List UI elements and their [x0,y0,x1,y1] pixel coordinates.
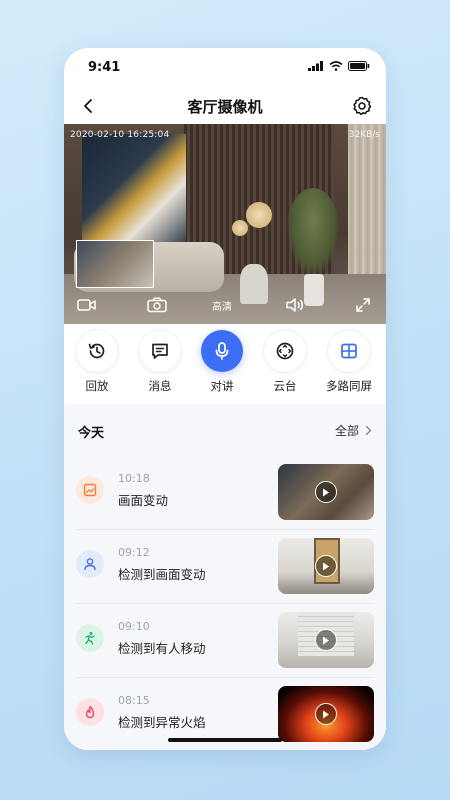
action-label: 消息 [148,379,172,393]
picture-in-picture-thumbnail[interactable] [76,240,154,288]
fullscreen-button[interactable] [350,294,376,316]
microphone-icon [215,342,229,360]
event-time: 09:10 [118,620,150,633]
speaker-icon [286,298,303,312]
view-all-label: 全部 [334,424,359,438]
event-thumbnail[interactable] [278,538,374,594]
battery-icon [348,61,370,71]
event-thumbnail[interactable] [278,612,374,668]
page-title: 客厅摄像机 [187,98,263,116]
event-item[interactable]: 10:18 画面变动 [64,456,386,528]
video-record-icon [77,299,96,311]
action-label: 对讲 [210,379,234,393]
playback-button[interactable]: 回放 [67,330,127,394]
play-icon [323,562,329,570]
play-button[interactable] [315,703,337,725]
scene-lamp [246,202,272,228]
event-time: 10:18 [118,472,150,485]
video-timestamp: 2020-02-10 16:25:04 [70,130,170,140]
running-person-icon [85,632,95,645]
status-icons [308,61,370,71]
event-thumbnail[interactable] [278,464,374,520]
ptz-button[interactable]: 云台 [255,330,315,394]
multi-view-button[interactable]: 多路同屏 [318,330,380,394]
gear-icon [353,96,372,116]
event-description: 检测到异常火焰 [118,715,206,730]
play-button[interactable] [315,629,337,651]
view-all-link[interactable]: 全部 [335,422,372,439]
event-type-badge [76,476,104,504]
camera-live-view[interactable]: 2020-02-10 16:25:04 32KB/s 高清 [64,124,386,324]
person-icon [84,558,96,571]
status-bar: 9:41 [64,48,386,88]
play-button[interactable] [315,481,337,503]
messages-button[interactable]: 消息 [130,330,190,394]
snapshot-button[interactable] [144,294,170,316]
events-header: 今天 全部 [78,422,372,441]
status-time: 9:41 [88,60,121,75]
flame-icon [85,705,95,719]
event-time: 09:12 [118,546,150,559]
nav-bar: 客厅摄像机 [64,88,386,124]
scene-plant [286,188,340,278]
signal-icon [308,61,323,71]
ptz-control-icon [276,342,294,360]
quality-toggle[interactable]: 高清 [212,298,232,313]
play-icon [323,636,329,644]
home-indicator[interactable] [168,738,282,742]
scene-painting [82,134,186,246]
play-icon [323,488,329,496]
scene-lamp [232,220,248,236]
event-time: 08:15 [118,694,150,707]
phone-frame: 9:41 客厅摄像机 2020-02-10 16:25:04 32KB/s 高清… [64,48,386,750]
event-description: 检测到画面变动 [118,567,206,582]
event-item[interactable]: 09:12 检测到画面变动 [64,530,386,602]
action-label: 多路同屏 [326,379,372,393]
play-icon [323,710,329,718]
event-description: 检测到有人移动 [118,641,206,656]
chevron-right-icon [365,425,372,436]
play-button[interactable] [315,555,337,577]
events-panel: 今天 全部 10:18 画面变动 09:12 检测到画面变动 09:10 检测到… [64,404,386,750]
video-bitrate: 32KB/s [348,130,380,140]
action-label: 云台 [273,379,297,393]
fullscreen-icon [356,298,370,312]
events-date-heading: 今天 [78,426,105,441]
message-icon [152,343,168,359]
history-icon [88,343,105,359]
camera-icon [147,297,167,313]
record-button[interactable] [74,294,100,316]
event-thumbnail[interactable] [278,686,374,742]
grid-icon [341,343,357,359]
event-type-badge [76,698,104,726]
action-bar: 回放 消息 对讲 云台 多路同屏 [64,324,386,404]
event-description: 画面变动 [118,493,169,508]
intercom-button[interactable]: 对讲 [192,330,252,394]
settings-button[interactable] [350,94,374,118]
image-change-icon [83,483,97,497]
mute-button[interactable] [282,294,308,316]
action-label: 回放 [85,379,109,393]
event-item[interactable]: 09:10 检测到有人移动 [64,604,386,676]
wifi-icon [329,61,343,71]
event-type-badge [76,624,104,652]
scene-sculpture [240,264,268,304]
event-type-badge [76,550,104,578]
